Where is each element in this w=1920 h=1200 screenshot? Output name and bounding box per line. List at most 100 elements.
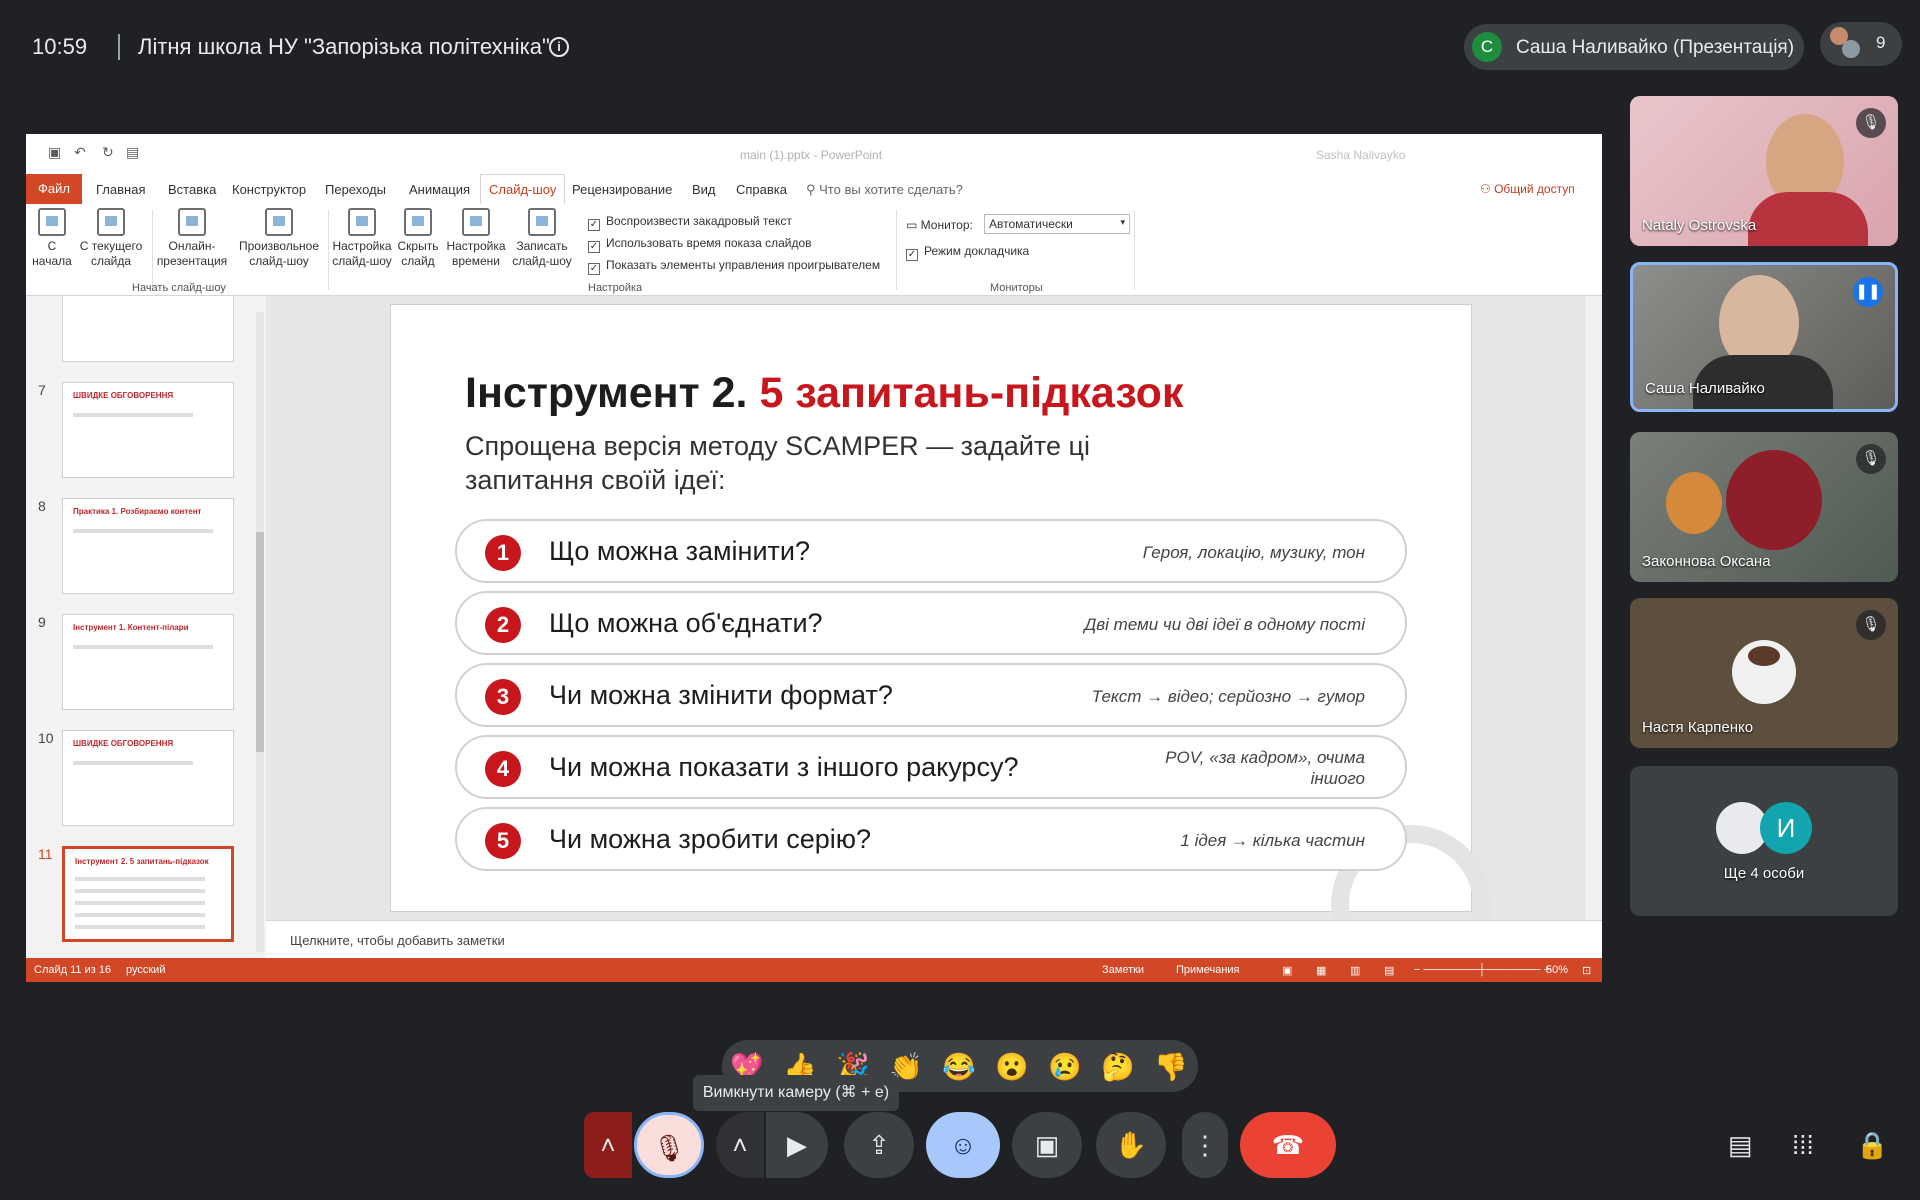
tooltip: Вимкнути камеру (⌘ + e)	[693, 1075, 899, 1111]
thumbnail-number: 9	[38, 614, 46, 630]
zoom-level[interactable]: 50%	[1546, 964, 1568, 976]
comments-toggle[interactable]: Примечания	[1176, 964, 1240, 976]
current-slide[interactable]: Інструмент 2. 5 запитань-підказок Спроще…	[390, 304, 1491, 982]
info-icon[interactable]: i	[549, 37, 569, 57]
hide-slide-button[interactable]: Скрыть слайд	[396, 208, 440, 269]
apps-grid-icon[interactable]: ⁞⁞⁞	[1792, 1130, 1814, 1161]
record-button[interactable]: Записать слайд-шоу	[510, 208, 574, 269]
tab-design[interactable]: Конструктор	[232, 182, 306, 197]
question-hint: Текст → відео; серйозно → гумор	[1091, 687, 1365, 706]
slideshow-view-icon[interactable]: ▤	[1384, 964, 1394, 977]
audio-options-button[interactable]: ˄	[584, 1112, 632, 1178]
narration-checkbox[interactable]: ✓ Воспроизвести закадровый текст	[588, 214, 792, 231]
from-start-button[interactable]: С начала	[32, 208, 72, 269]
tab-slideshow[interactable]: Слайд-шоу	[480, 174, 566, 204]
hide-slide-icon	[404, 208, 432, 236]
presenter-view-checkbox[interactable]: ✓ Режим докладчика	[906, 244, 1029, 261]
online-present-button[interactable]: Онлайн- презентация	[152, 208, 232, 269]
participants-button[interactable]: 9	[1820, 22, 1902, 66]
raise-hand-button[interactable]: ✋	[1096, 1112, 1166, 1178]
tab-home[interactable]: Главная	[96, 182, 145, 197]
hide-slide-label: Скрыть слайд	[397, 239, 439, 268]
participant-video	[1748, 192, 1868, 246]
present-icon: ⇪	[868, 1130, 890, 1160]
slide-thumbnail[interactable]: Інструмент 1. Контент-пілари	[62, 614, 234, 710]
notes-toggle[interactable]: Заметки	[1102, 964, 1144, 976]
reaction-thinking-icon[interactable]: 🤔	[1101, 1050, 1135, 1084]
participant-video	[1726, 450, 1822, 550]
question-hint: POV, «за кадром», очима іншого	[1165, 748, 1365, 788]
participant-video	[1666, 472, 1722, 534]
presenter-chip[interactable]: С Саша Наливайко (Презентація)	[1464, 24, 1804, 70]
reaction-sad-icon[interactable]: 😢	[1048, 1050, 1082, 1084]
reaction-thumbs-down-icon[interactable]: 👎	[1154, 1050, 1188, 1084]
question-text: Чи можна змінити формат?	[549, 680, 893, 710]
participant-tile[interactable]: 🎙 Nataly Ostrovska	[1630, 96, 1898, 246]
slide-thumbnail[interactable]: Практика 1. Розбираємо контент	[62, 498, 234, 594]
ribbon: С начала С текущего слайда Онлайн- презе…	[26, 204, 1602, 296]
timings-checkbox[interactable]: ✓ Использовать время показа слайдов	[588, 236, 812, 253]
tab-help[interactable]: Справка	[736, 182, 787, 197]
from-current-button[interactable]: С текущего слайда	[76, 208, 146, 269]
redo-icon[interactable]: ↻	[102, 144, 114, 161]
more-participants-tile[interactable]: И Ще 4 особи	[1630, 766, 1898, 916]
media-controls-checkbox[interactable]: ✓ Показать элементы управления проигрыват…	[588, 258, 880, 275]
captions-button[interactable]: ▣	[1012, 1112, 1082, 1178]
reaction-surprised-icon[interactable]: 😮	[995, 1050, 1029, 1084]
fit-window-icon[interactable]: ⊡	[1582, 964, 1591, 977]
chevron-down-icon: ▾	[1120, 217, 1125, 227]
question-hint: 1 ідея → кілька частин	[1180, 831, 1365, 850]
avatar	[1842, 40, 1860, 58]
tell-me-search[interactable]: ⚲ Что вы хотите сделать?	[806, 182, 963, 198]
tab-review[interactable]: Рецензирование	[572, 182, 672, 197]
tab-animation[interactable]: Анимация	[409, 182, 470, 197]
divider	[118, 34, 120, 60]
leave-call-button[interactable]: ☎	[1240, 1112, 1336, 1178]
tab-transitions[interactable]: Переходы	[325, 182, 386, 197]
reading-view-icon[interactable]: ▥	[1350, 964, 1360, 977]
normal-view-icon[interactable]: ▣	[1282, 964, 1292, 977]
reaction-laugh-icon[interactable]: 😂	[942, 1050, 976, 1084]
custom-show-label: Произвольное слайд-шоу	[238, 239, 320, 268]
question-number: 2	[485, 607, 521, 643]
participant-tile[interactable]: 🎙 Законнова Оксана	[1630, 432, 1898, 582]
present-screen-button[interactable]: ⇪	[844, 1112, 914, 1178]
mic-toggle-button[interactable]: 🎙	[634, 1112, 704, 1178]
zoom-slider[interactable]: − ───────┼─────── +	[1414, 964, 1550, 976]
chat-icon[interactable]: ▤	[1728, 1130, 1753, 1161]
tab-insert[interactable]: Вставка	[168, 182, 216, 197]
slide-thumbnail-selected[interactable]: Інструмент 2. 5 запитань-підказок	[62, 846, 234, 942]
notes-pane[interactable]: Щелкните, чтобы добавить заметки	[266, 920, 1602, 958]
mic-off-icon: 🎙	[652, 1133, 686, 1163]
meeting-title: Літня школа НУ "Запорізька політехніка"	[138, 34, 550, 59]
notes-placeholder: Щелкните, чтобы добавить заметки	[290, 933, 505, 948]
scrollbar-thumb[interactable]	[256, 532, 264, 752]
reactions-button[interactable]: ☺	[926, 1112, 1000, 1178]
participant-tile-speaking[interactable]: ❚❚ Саша Наливайко	[1630, 262, 1898, 412]
tab-view[interactable]: Вид	[692, 182, 716, 197]
sorter-view-icon[interactable]: ▦	[1316, 964, 1326, 977]
monitor-dropdown[interactable]: Автоматически ▾	[984, 214, 1130, 234]
save-icon[interactable]: ▣	[48, 144, 61, 161]
thumbnail-title: Інструмент 2. 5 запитань-підказок	[75, 857, 209, 866]
setup-show-button[interactable]: Настройка слайд-шоу	[330, 208, 394, 269]
tab-file[interactable]: Файл	[26, 174, 82, 204]
custom-show-button[interactable]: Произвольное слайд-шоу	[234, 208, 324, 269]
video-options-button[interactable]: ˄	[716, 1112, 764, 1178]
undo-icon[interactable]: ↶	[74, 144, 86, 161]
slide-thumbnail[interactable]: ШВИДКЕ ОБГОВОРЕННЯ	[62, 730, 234, 826]
slide-thumbnail-pane: 7 ШВИДКЕ ОБГОВОРЕННЯ 8 Практика 1. Розби…	[26, 296, 266, 958]
present-icon[interactable]: ▤	[126, 144, 139, 161]
language[interactable]: русский	[126, 964, 165, 976]
slide-thumbnail[interactable]: ШВИДКЕ ОБГОВОРЕННЯ	[62, 382, 234, 478]
participant-tile[interactable]: 🎙 Настя Карпенко	[1630, 598, 1898, 748]
camera-toggle-button[interactable]: ▶	[766, 1112, 828, 1178]
host-controls-icon[interactable]: 🔒	[1856, 1130, 1888, 1161]
question-number: 1	[485, 535, 521, 571]
share-button[interactable]: ⚇ Общий доступ	[1480, 182, 1575, 196]
rehearse-button[interactable]: Настройка времени	[444, 208, 508, 269]
slide-scrollbar[interactable]	[1586, 296, 1602, 920]
more-options-button[interactable]: ⋮	[1182, 1112, 1228, 1178]
thumbnail-title: Практика 1. Розбираємо контент	[73, 507, 202, 516]
slide-thumbnail[interactable]	[62, 296, 234, 362]
